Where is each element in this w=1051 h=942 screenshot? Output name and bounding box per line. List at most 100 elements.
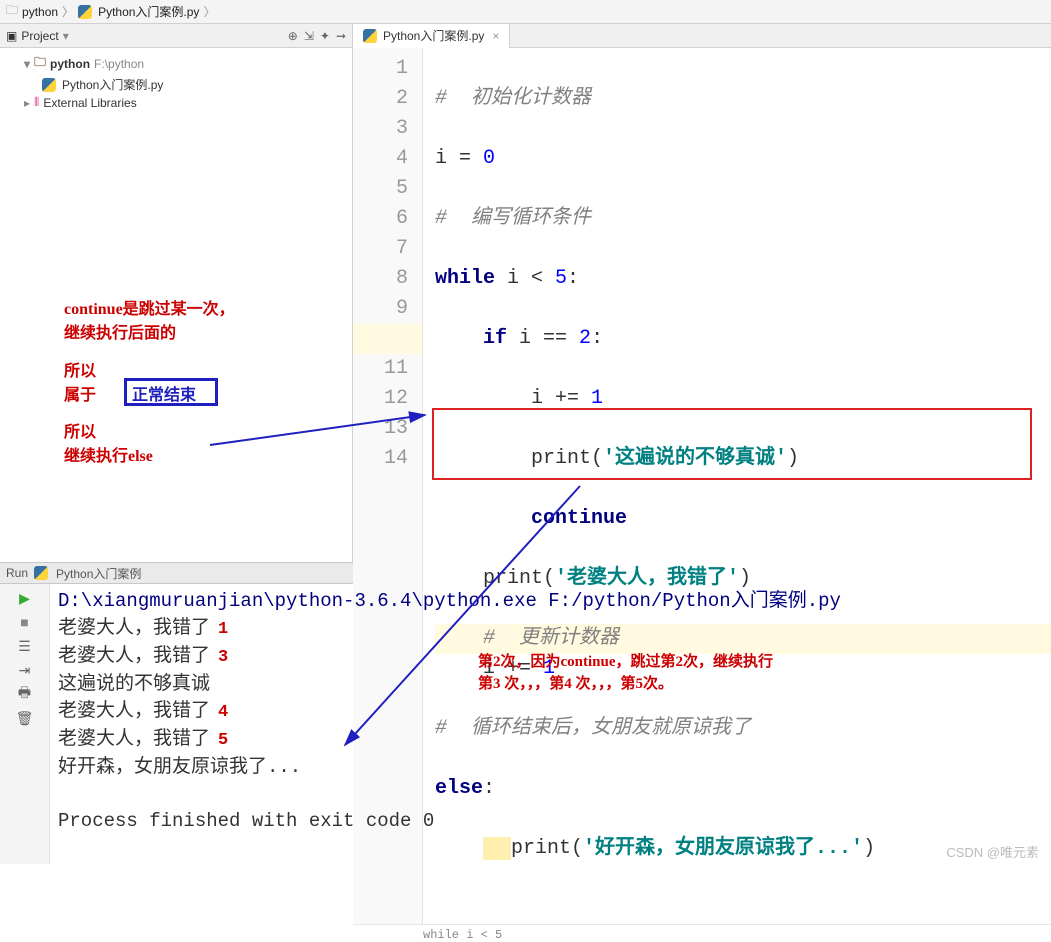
folder-icon: 🗀 bbox=[34, 53, 46, 74]
trash-icon[interactable]: 🗑 bbox=[15, 708, 35, 728]
annotation-mark: 1 bbox=[218, 620, 228, 639]
project-tree: ▾ 🗀 python F:\python Python入门案例.py ▸ ⦀ E… bbox=[0, 48, 352, 115]
print-icon[interactable]: 🖶 bbox=[15, 684, 35, 704]
tree-file[interactable]: Python入门案例.py bbox=[8, 75, 344, 94]
line-number: 1 bbox=[353, 54, 408, 84]
console-line: 这遍说的不够真诚 bbox=[58, 673, 210, 695]
tab-label: Python入门案例.py bbox=[383, 27, 484, 44]
line-number: 12 bbox=[353, 384, 408, 414]
breadcrumb-root[interactable]: python bbox=[22, 5, 58, 19]
close-icon[interactable]: × bbox=[492, 29, 499, 43]
code-number: 1 bbox=[591, 387, 603, 410]
annotation-text: 所以 bbox=[64, 418, 96, 442]
python-file-icon bbox=[34, 566, 48, 580]
console-exit: Process finished with exit code 0 bbox=[58, 810, 434, 832]
annotation-text: 继续执行else bbox=[64, 442, 153, 466]
root-path: F:\python bbox=[94, 57, 144, 71]
console-line: 老婆大人，我错了 bbox=[58, 700, 210, 722]
code-text: i += bbox=[531, 387, 591, 410]
console-exe-line: D:\xiangmuruanjian\python-3.6.4\python.e… bbox=[58, 588, 1043, 615]
breadcrumb-file[interactable]: Python入门案例.py bbox=[98, 3, 199, 20]
line-number: 11 bbox=[353, 354, 408, 384]
code-text: i == bbox=[507, 327, 579, 350]
run-gutter: ▶ ■ ☰ ⇥ 🖶 🗑 bbox=[0, 584, 50, 864]
annotation-text: 继续执行后面的 bbox=[64, 319, 176, 343]
code-string: '这遍说的不够真诚' bbox=[603, 447, 787, 470]
tab-bar: Python入门案例.py × bbox=[353, 24, 1051, 48]
code-comment: # 初始化计数器 bbox=[435, 87, 591, 110]
code-comment: # 编写循环条件 bbox=[435, 207, 591, 230]
watermark: CSDN @唯元素 bbox=[946, 842, 1039, 861]
line-number: 14 bbox=[353, 444, 408, 474]
chevron-right-icon: 〉 bbox=[203, 3, 215, 20]
project-toggle-icon[interactable]: ▣ bbox=[6, 29, 17, 43]
root-name: python bbox=[50, 57, 90, 71]
layout-icon[interactable]: ☰ bbox=[15, 636, 35, 656]
tab-file[interactable]: Python入门案例.py × bbox=[353, 24, 510, 48]
python-file-icon bbox=[42, 78, 56, 92]
python-file-icon bbox=[78, 5, 92, 19]
line-number: 7 bbox=[353, 234, 408, 264]
code-number: 2 bbox=[579, 327, 591, 350]
project-header: ▣ Project ▾ ⊕ ⇲ ✦ ➞ bbox=[0, 24, 352, 48]
stop-icon[interactable]: ■ bbox=[15, 612, 35, 632]
line-number: 8 bbox=[353, 264, 408, 294]
code-text: i < bbox=[495, 267, 555, 290]
annotation-mark: 4 bbox=[218, 703, 228, 722]
code-text: print( bbox=[531, 447, 603, 470]
tree-root[interactable]: ▾ 🗀 python F:\python bbox=[8, 52, 344, 75]
code-number: 0 bbox=[483, 147, 495, 170]
line-number: 2 bbox=[353, 84, 408, 114]
annotation-mark: 5 bbox=[218, 731, 228, 750]
chevron-down-icon[interactable]: ▾ bbox=[24, 57, 30, 71]
rerun-icon[interactable]: ▶ bbox=[15, 588, 35, 608]
annotation-text: continue是跳过某一次， bbox=[64, 295, 235, 319]
line-number: 5 bbox=[353, 174, 408, 204]
console-line: 老婆大人，我错了 bbox=[58, 645, 210, 667]
code-text: : bbox=[591, 327, 603, 350]
annotation-text: 第2次，因为continue，跳过第2次，继续执行 bbox=[478, 650, 773, 671]
annotation-text: 所以 bbox=[64, 357, 96, 381]
expand-icon[interactable]: ⇲ bbox=[304, 29, 314, 43]
tree-file-label: Python入门案例.py bbox=[62, 76, 163, 93]
editor-pane: Python入门案例.py × 1 2 3 4 5 6 7 8 9 10 11 … bbox=[353, 24, 1051, 562]
chevron-down-icon[interactable]: ▾ bbox=[63, 29, 69, 43]
chevron-right-icon[interactable]: ▸ bbox=[24, 96, 30, 110]
external-libraries[interactable]: ▸ ⦀ External Libraries bbox=[8, 94, 344, 111]
external-label: External Libraries bbox=[43, 96, 136, 110]
annotation-text: 正常结束 bbox=[132, 381, 196, 405]
chevron-right-icon: 〉 bbox=[62, 3, 74, 20]
run-config-name: Python入门案例 bbox=[56, 565, 141, 582]
project-pane: ▣ Project ▾ ⊕ ⇲ ✦ ➞ ▾ 🗀 python F:\python… bbox=[0, 24, 353, 562]
run-label: Run bbox=[6, 566, 28, 580]
python-file-icon bbox=[363, 29, 377, 43]
console-line: 好开森，女朋友原谅我了... bbox=[58, 756, 301, 778]
code-text: i = bbox=[435, 147, 483, 170]
gear-icon[interactable]: ✦ bbox=[320, 29, 330, 43]
breadcrumb: 🗀 python 〉 Python入门案例.py 〉 bbox=[0, 0, 1051, 24]
code-number: 5 bbox=[555, 267, 567, 290]
run-area: ▶ ■ ☰ ⇥ 🖶 🗑 D:\xiangmuruanjian\python-3.… bbox=[0, 584, 1051, 864]
code-keyword: while bbox=[435, 267, 495, 290]
code-keyword: if bbox=[483, 327, 507, 350]
line-number: 6 bbox=[353, 204, 408, 234]
collapse-icon[interactable]: ⊕ bbox=[288, 29, 298, 43]
annotation-mark: 3 bbox=[218, 648, 228, 667]
hide-icon[interactable]: ➞ bbox=[336, 29, 346, 43]
project-title: Project bbox=[21, 29, 58, 43]
console[interactable]: D:\xiangmuruanjian\python-3.6.4\python.e… bbox=[50, 584, 1051, 864]
folder-icon: 🗀 bbox=[6, 1, 18, 22]
console-line: 老婆大人，我错了 bbox=[58, 617, 210, 639]
status-line: while i < 5 bbox=[353, 924, 1051, 942]
line-number: 3 bbox=[353, 114, 408, 144]
library-icon: ⦀ bbox=[34, 95, 39, 110]
code-text: : bbox=[567, 267, 579, 290]
console-line: 老婆大人，我错了 bbox=[58, 728, 210, 750]
line-number: 13 bbox=[353, 414, 408, 444]
code-keyword: continue bbox=[531, 507, 627, 530]
wrap-icon[interactable]: ⇥ bbox=[15, 660, 35, 680]
annotation-text: 第3 次，，，第4 次，，，第5次。 bbox=[478, 672, 673, 693]
line-number: 9 bbox=[353, 294, 408, 324]
annotation-text: 属于 bbox=[64, 381, 96, 405]
line-number: 4 bbox=[353, 144, 408, 174]
